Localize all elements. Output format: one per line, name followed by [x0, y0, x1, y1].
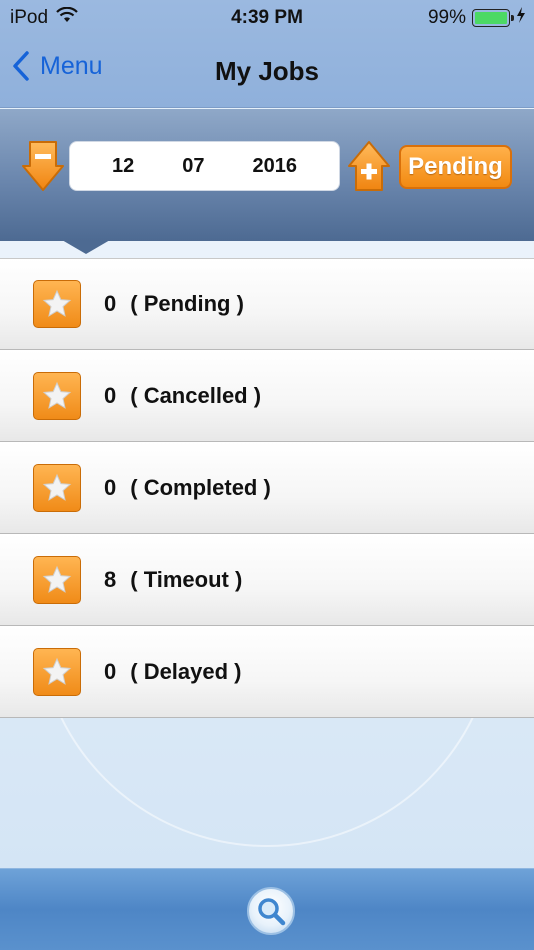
battery-icon — [472, 9, 514, 27]
search-icon — [258, 898, 286, 926]
search-button[interactable] — [247, 887, 295, 935]
job-status-list: 0 ( Pending ) 0 ( Cancelled ) 0 ( Completed )… — [0, 258, 534, 718]
battery-fill — [475, 12, 507, 24]
previous-date-button[interactable] — [22, 140, 64, 197]
job-status-row[interactable]: 0 ( Cancelled ) — [0, 350, 534, 442]
status-bar: iPod 4:39 PM 99% — [0, 0, 534, 36]
plus-arrow-up-icon — [348, 141, 390, 191]
bolt-icon — [516, 7, 526, 29]
job-status-text: 0 ( Cancelled ) — [104, 383, 261, 409]
job-status-row[interactable]: 0 ( Delayed ) — [0, 626, 534, 718]
job-status-label: ( Cancelled ) — [130, 382, 262, 408]
bottom-toolbar — [0, 868, 534, 950]
job-status-text: 0 ( Pending ) — [104, 291, 244, 317]
battery-info: 99% — [428, 7, 526, 29]
job-status-label: ( Timeout ) — [130, 566, 243, 592]
job-status-label: ( Delayed ) — [130, 658, 242, 684]
job-status-row[interactable]: 0 ( Completed ) — [0, 442, 534, 534]
star-icon — [33, 280, 81, 328]
job-count: 0 — [104, 291, 117, 316]
date-picker[interactable]: 12 07 2016 — [69, 141, 340, 191]
job-status-row[interactable]: 8 ( Timeout ) — [0, 534, 534, 626]
status-filter-button[interactable]: Pending — [399, 145, 512, 189]
star-icon — [33, 555, 81, 604]
job-status-text: 8 ( Timeout ) — [104, 567, 242, 593]
job-count: 0 — [104, 382, 117, 408]
page-title: My Jobs — [214, 56, 320, 86]
job-count: 0 — [104, 474, 117, 500]
star-icon — [33, 647, 81, 696]
date-day[interactable]: 12 — [112, 155, 134, 178]
job-count: 0 — [104, 658, 117, 684]
job-count: 8 — [104, 566, 117, 592]
nav-bar: Menu My Jobs — [0, 36, 534, 108]
date-year[interactable]: 2016 — [253, 155, 298, 178]
job-status-label: ( Pending ) — [130, 291, 244, 316]
job-status-row[interactable]: 0 ( Pending ) — [0, 258, 534, 350]
next-date-button[interactable] — [348, 140, 390, 197]
star-icon — [33, 463, 81, 512]
minus-arrow-down-icon — [22, 141, 64, 191]
toolbar-pointer — [62, 240, 110, 254]
navigation-header: iPod 4:39 PM 99% Menu My Jobs — [0, 0, 534, 108]
job-status-text: 0 ( Completed ) — [104, 475, 271, 501]
battery-percent: 99% — [427, 7, 466, 28]
job-status-text: 0 ( Delayed ) — [104, 659, 242, 685]
date-month[interactable]: 07 — [182, 155, 204, 178]
star-icon — [33, 371, 81, 420]
job-status-label: ( Completed ) — [130, 474, 271, 500]
